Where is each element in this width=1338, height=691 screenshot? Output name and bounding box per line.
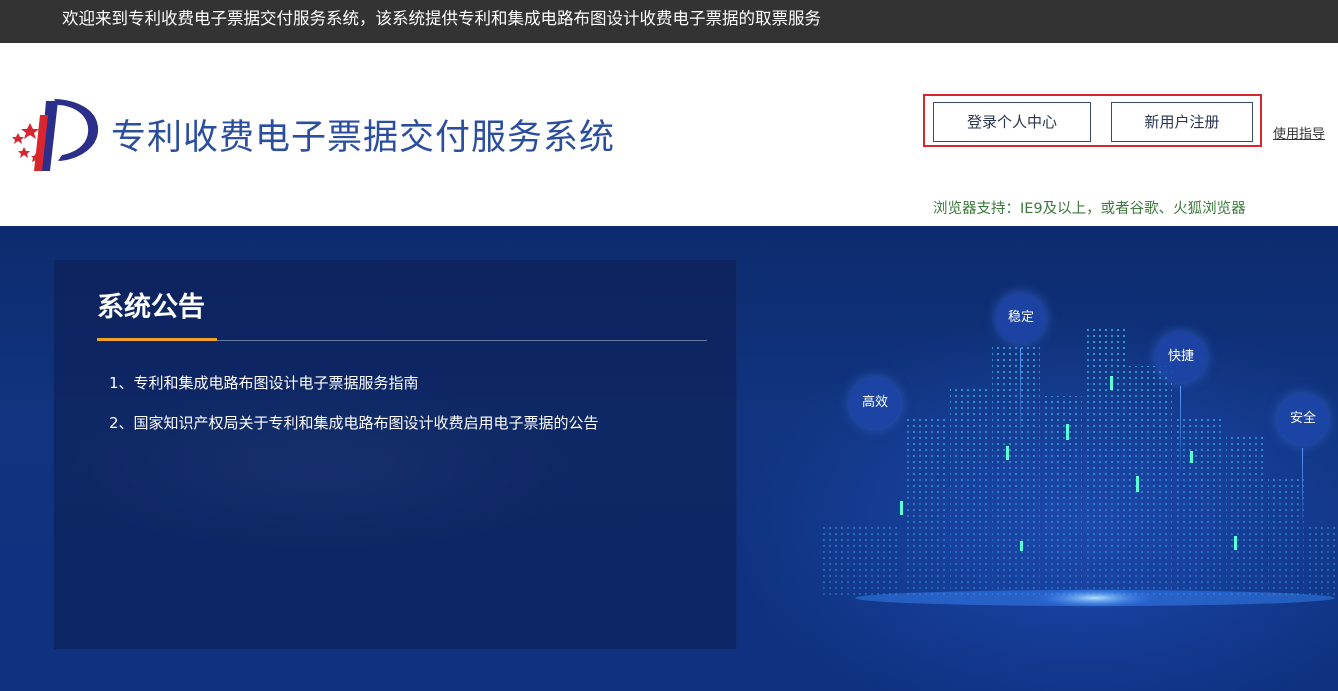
- feature-stem: [1180, 386, 1181, 476]
- city-illustration: 稳定 快捷 高效 安全: [780, 286, 1338, 616]
- notice-item[interactable]: 1、专利和集成电路布图设计电子票据服务指南: [109, 373, 599, 393]
- feature-stable-badge: 稳定: [996, 293, 1046, 343]
- hero-banner: 系统公告 1、专利和集成电路布图设计电子票据服务指南 2、国家知识产权局关于专利…: [0, 226, 1338, 691]
- notice-list: 1、专利和集成电路布图设计电子票据服务指南 2、国家知识产权局关于专利和集成电路…: [109, 373, 599, 453]
- city-skyline-illustration: [820, 326, 1336, 608]
- auth-buttons-group: 登录个人中心 新用户注册: [923, 94, 1262, 147]
- feature-secure-badge: 安全: [1278, 394, 1328, 444]
- system-notice-panel: 系统公告 1、专利和集成电路布图设计电子票据服务指南 2、国家知识产权局关于专利…: [53, 259, 737, 650]
- feature-efficient-badge: 高效: [850, 378, 900, 428]
- feature-stem: [1302, 448, 1303, 528]
- browser-support-note: 浏览器支持：IE9及以上，或者谷歌、火狐浏览器: [933, 201, 1246, 217]
- site-title: 专利收费电子票据交付服务系统: [111, 118, 616, 158]
- site-header: 专利收费电子票据交付服务系统 登录个人中心 新用户注册 使用指导 浏览器支持：I…: [0, 43, 1338, 226]
- notice-divider-accent: [97, 338, 217, 341]
- login-personal-center-button[interactable]: 登录个人中心: [933, 102, 1091, 142]
- user-guide-link[interactable]: 使用指导: [1273, 123, 1325, 142]
- notice-title: 系统公告: [97, 292, 205, 323]
- welcome-text: 欢迎来到专利收费电子票据交付服务系统，该系统提供专利和集成电路布图设计收费电子票…: [62, 9, 821, 28]
- register-new-user-button[interactable]: 新用户注册: [1111, 102, 1253, 142]
- feature-fast-badge: 快捷: [1156, 332, 1206, 382]
- notice-item[interactable]: 2、国家知识产权局关于专利和集成电路布图设计收费启用电子票据的公告: [109, 413, 599, 433]
- top-welcome-bar: 欢迎来到专利收费电子票据交付服务系统，该系统提供专利和集成电路布图设计收费电子票…: [0, 0, 1338, 43]
- cnipa-logo-icon: [12, 99, 99, 171]
- feature-stem: [1020, 348, 1021, 448]
